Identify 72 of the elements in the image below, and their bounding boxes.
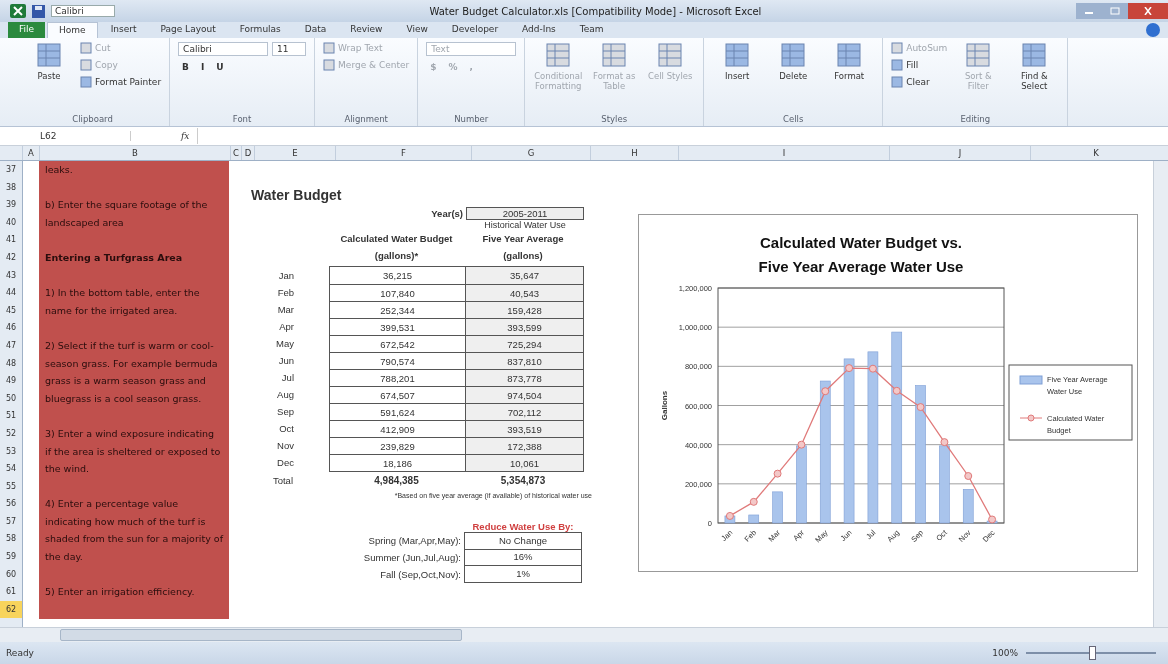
month-label: Sep bbox=[276, 406, 295, 417]
table-cell: 873,778 bbox=[465, 369, 583, 386]
year-label: Year(s) bbox=[431, 208, 464, 219]
month-label: May bbox=[275, 338, 295, 349]
table-cell: 672,542 bbox=[330, 335, 465, 352]
month-label: Nov bbox=[276, 440, 295, 451]
month-label: Mar bbox=[276, 304, 295, 315]
reduce-heading: Reduce Water Use By: bbox=[471, 521, 575, 532]
table-cell: 725,294 bbox=[465, 335, 583, 352]
table-cell: 107,840 bbox=[330, 284, 465, 301]
month-label: Jun bbox=[277, 355, 295, 366]
month-label: Jan bbox=[277, 270, 295, 281]
month-label: Apr bbox=[278, 321, 295, 332]
table-cell: 16% bbox=[464, 549, 582, 566]
season-label: Spring (Mar,Apr,May): bbox=[367, 534, 462, 548]
sheet-title: Water Budget bbox=[251, 187, 343, 205]
table-cell: 239,829 bbox=[330, 437, 465, 454]
group-label: Cells bbox=[782, 113, 805, 126]
table-cell: 252,344 bbox=[330, 301, 465, 318]
column-heading: Five Year Average (gallons) bbox=[481, 232, 565, 263]
year-cell: 2005-2011 bbox=[466, 207, 584, 220]
group-label: Clipboard bbox=[71, 113, 114, 126]
season-label: Fall (Sep,Oct,Nov): bbox=[379, 568, 462, 582]
month-label: Jul bbox=[280, 372, 295, 383]
column-heading: Calculated Water Budget (gallons)* bbox=[339, 232, 454, 263]
table-cell: 18,186 bbox=[330, 454, 465, 471]
chart-title: Calculated Water Budget vs. bbox=[760, 234, 962, 251]
table-cell: 35,647 bbox=[465, 267, 583, 284]
instruction-text: 4) Enter a percentage value indicating how much of the turf is shaded from the sun for a majority of the day. bbox=[45, 497, 223, 565]
instruction-text: 2) Select if the turf is warm or cool-season grass. For example bermuda grass is a warm season grass and bluegrass is a cool season grass. bbox=[45, 338, 219, 406]
instruction-text: Entering a Turfgrass Area bbox=[45, 250, 184, 265]
table-cell: 393,599 bbox=[465, 318, 583, 335]
table-cell: 1% bbox=[464, 566, 582, 583]
table-cell: No Change bbox=[464, 532, 582, 550]
table-cell: 790,574 bbox=[330, 352, 465, 369]
table-cell: 40,543 bbox=[465, 284, 583, 301]
table-cell: 674,507 bbox=[330, 386, 465, 403]
table-cell: 974,504 bbox=[465, 386, 583, 403]
table-cell: 393,519 bbox=[465, 420, 583, 437]
month-label: Aug bbox=[276, 389, 295, 400]
total-label: Total bbox=[271, 474, 294, 486]
table-cell: 412,909 bbox=[330, 420, 465, 437]
table-cell: 399,531 bbox=[330, 318, 465, 335]
instruction-text: 5) Enter an irrigation efficiency. bbox=[45, 585, 196, 600]
group-label: Editing bbox=[959, 113, 992, 126]
group-label: Styles bbox=[600, 113, 629, 126]
total-value: 4,984,385 bbox=[373, 474, 420, 486]
chart-title: Five Year Average Water Use bbox=[758, 258, 964, 275]
group-label: Number bbox=[453, 113, 490, 126]
status-text: Ready bbox=[6, 648, 34, 658]
axis-title: Gallons bbox=[660, 390, 669, 421]
group-label: Alignment bbox=[343, 113, 389, 126]
total-value: 5,354,873 bbox=[499, 474, 547, 486]
group-label: Font bbox=[231, 113, 253, 126]
table-cell: 591,624 bbox=[330, 403, 465, 420]
instruction-text: leaks. bbox=[45, 163, 74, 177]
column-heading: Historical Water Use bbox=[483, 220, 567, 230]
table-cell: 702,112 bbox=[465, 403, 583, 420]
table-cell: 10,061 bbox=[465, 454, 583, 471]
instruction-text: 1) In the bottom table, enter the name for the irrigated area. bbox=[45, 286, 201, 318]
month-label: Feb bbox=[276, 287, 295, 298]
table-cell: 837,810 bbox=[465, 352, 583, 369]
instruction-text: b) Enter the square footage of the landscaped area bbox=[45, 198, 209, 230]
season-label: Summer (Jun,Jul,Aug): bbox=[362, 551, 462, 565]
window-title: Water Budget Calculator.xls [Compatibility Mode] - Microsoft Excel bbox=[428, 5, 763, 17]
month-label: Dec bbox=[276, 457, 295, 468]
table-cell: 172,388 bbox=[465, 437, 583, 454]
table-cell: 788,201 bbox=[330, 369, 465, 386]
instruction-text: 3) Enter a wind exposure indicating if the area is sheltered or exposed to the wind. bbox=[45, 426, 222, 477]
month-label: Oct bbox=[278, 423, 295, 434]
table-cell: 159,428 bbox=[465, 301, 583, 318]
zoom-level: 100% bbox=[992, 648, 1018, 658]
